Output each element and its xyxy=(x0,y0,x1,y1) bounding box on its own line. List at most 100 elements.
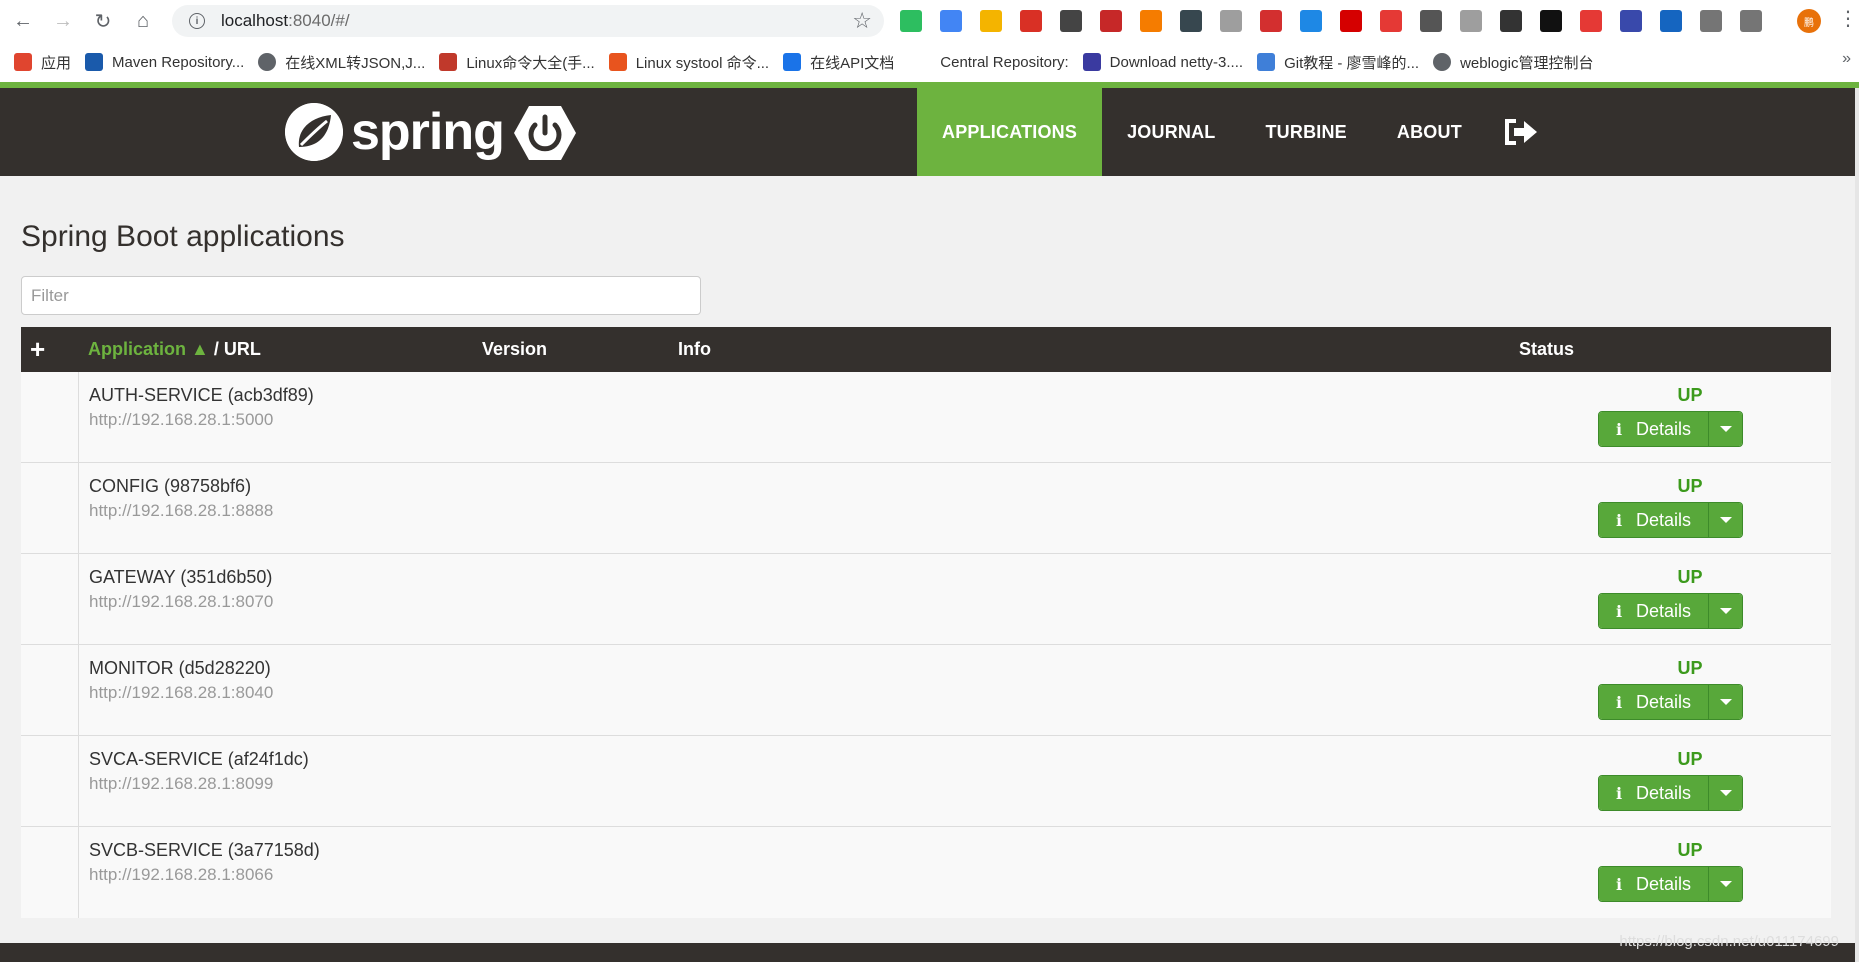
c-logo-icon xyxy=(783,53,802,71)
binary-icon[interactable] xyxy=(1540,10,1562,32)
bookmark-item[interactable]: Linux systool 命令... xyxy=(608,52,769,73)
info-icon: i xyxy=(1615,874,1623,894)
bookmark-item[interactable]: Linux命令大全(手... xyxy=(439,52,595,73)
application-url[interactable]: http://192.168.28.1:8066 xyxy=(89,865,273,885)
bookmark-item[interactable]: 应用 xyxy=(14,52,71,73)
bookmarks-bar: 应用 Maven Repository... 在线XML转JSON,J... Linu… xyxy=(0,42,1859,82)
caret-down-icon xyxy=(1719,881,1732,887)
mouse-icon[interactable] xyxy=(1700,10,1722,32)
bookmark-item[interactable]: 在线API文档 xyxy=(783,52,894,73)
bookmark-item[interactable]: weblogic管理控制台 xyxy=(1433,52,1593,73)
nav-applications[interactable]: APPLICATIONS xyxy=(917,88,1103,176)
details-dropdown-toggle[interactable] xyxy=(1709,412,1742,446)
details-button-group: i Details xyxy=(1598,866,1743,902)
bird-icon[interactable] xyxy=(1460,10,1482,32)
column-info: Info xyxy=(678,339,711,359)
column-version[interactable]: Version xyxy=(482,339,547,360)
sort-application[interactable]: Application ▲ xyxy=(88,339,209,359)
info-icon: i xyxy=(1615,692,1623,712)
acrobat-icon[interactable] xyxy=(1260,10,1282,32)
nav-turbine[interactable]: TURBINE xyxy=(1240,88,1371,176)
table-body: AUTH-SERVICE (acb3df89) http://192.168.28… xyxy=(21,372,1831,918)
bookmark-item[interactable]: Git教程 - 廖雪峰的... xyxy=(1257,52,1419,73)
nav-about[interactable]: ABOUT xyxy=(1372,88,1487,176)
site-info-icon[interactable]: i xyxy=(189,13,205,29)
application-name: GATEWAY (351d6b50) xyxy=(89,567,273,587)
profile-avatar[interactable]: 鹏 xyxy=(1797,9,1821,33)
window-icon[interactable] xyxy=(1620,10,1642,32)
dots-icon[interactable] xyxy=(1180,10,1202,32)
forward-arrow-icon[interactable]: → xyxy=(46,4,80,38)
reload-icon[interactable]: ↻ xyxy=(86,4,120,38)
more-bookmarks-icon[interactable]: » xyxy=(1842,50,1851,68)
column-application[interactable]: Application ▲ / URL xyxy=(88,339,261,360)
details-button-group: i Details xyxy=(1598,684,1743,720)
column-url[interactable]: / URL xyxy=(209,339,261,359)
application-url[interactable]: http://192.168.28.1:8888 xyxy=(89,501,273,521)
details-button-group: i Details xyxy=(1598,775,1743,811)
details-button[interactable]: i Details xyxy=(1599,776,1709,810)
home-icon[interactable]: ⌂ xyxy=(126,4,160,38)
pilcrow-icon[interactable] xyxy=(1500,10,1522,32)
evernote-icon[interactable] xyxy=(900,10,922,32)
redhat-icon xyxy=(439,53,458,71)
application-name: CONFIG (98758bf6) xyxy=(89,476,252,496)
details-dropdown-toggle[interactable] xyxy=(1709,685,1742,719)
application-url[interactable]: http://192.168.28.1:8070 xyxy=(89,592,273,612)
fe-icon[interactable] xyxy=(1380,10,1402,32)
check-icon[interactable] xyxy=(1420,10,1442,32)
caret-down-icon xyxy=(1719,699,1732,705)
scrollbar[interactable] xyxy=(1855,88,1859,962)
expand-all-icon[interactable]: + xyxy=(30,334,45,365)
link-icon[interactable] xyxy=(1740,10,1762,32)
url-host: localhost xyxy=(221,11,289,30)
pdf-icon[interactable] xyxy=(1100,10,1122,32)
owl-icon[interactable] xyxy=(1140,10,1162,32)
details-button[interactable]: i Details xyxy=(1599,503,1709,537)
back-arrow-icon[interactable]: ← xyxy=(6,4,40,38)
ext-icon[interactable] xyxy=(1220,10,1242,32)
details-button[interactable]: i Details xyxy=(1599,867,1709,901)
abp-icon[interactable] xyxy=(1340,10,1362,32)
asterisk-icon[interactable] xyxy=(1580,10,1602,32)
details-dropdown-toggle[interactable] xyxy=(1709,776,1742,810)
bookmark-item[interactable]: Maven Repository... xyxy=(85,53,244,71)
details-dropdown-toggle[interactable] xyxy=(1709,867,1742,901)
details-dropdown-toggle[interactable] xyxy=(1709,594,1742,628)
spring-logo[interactable]: spring xyxy=(285,102,505,162)
bookmark-item[interactable]: Download netty-3.... xyxy=(1082,53,1243,71)
status-badge: UP xyxy=(1677,567,1703,587)
bookmark-star-icon[interactable]: ☆ xyxy=(852,8,872,34)
address-url[interactable]: localhost:8040/#/ xyxy=(221,11,350,31)
details-button[interactable]: i Details xyxy=(1599,594,1709,628)
bookmark-label: Central Repository: xyxy=(940,53,1069,71)
application-url[interactable]: http://192.168.28.1:8099 xyxy=(89,774,273,794)
s-icon[interactable] xyxy=(1660,10,1682,32)
application-name: SVCA-SERVICE (af24f1dc) xyxy=(89,749,309,769)
row-gutter xyxy=(21,827,79,918)
colorpicker-icon[interactable] xyxy=(980,10,1002,32)
url-path: :8040/#/ xyxy=(288,11,350,30)
table-row: SVCA-SERVICE (af24f1dc) http://192.168.28… xyxy=(21,736,1831,827)
table-row: GATEWAY (351d6b50) http://192.168.28.1:80… xyxy=(21,554,1831,645)
flash-icon[interactable] xyxy=(1020,10,1042,32)
details-button[interactable]: i Details xyxy=(1599,412,1709,446)
bookmark-item[interactable]: 在线XML转JSON,J... xyxy=(258,52,425,73)
bookmark-label: Maven Repository... xyxy=(112,53,245,71)
bookmark-item[interactable]: Central Repository: xyxy=(940,54,1068,71)
application-url[interactable]: http://192.168.28.1:5000 xyxy=(89,410,273,430)
address-bar[interactable]: i localhost:8040/#/ ☆ xyxy=(172,5,884,37)
application-url[interactable]: http://192.168.28.1:8040 xyxy=(89,683,273,703)
filter-input[interactable] xyxy=(21,276,701,315)
bookmark-label: Linux命令大全(手... xyxy=(466,54,595,72)
details-button[interactable]: i Details xyxy=(1599,685,1709,719)
logout-icon[interactable] xyxy=(1497,88,1545,176)
opera-icon[interactable] xyxy=(1300,10,1322,32)
caret-down-icon xyxy=(1719,517,1732,523)
details-dropdown-toggle[interactable] xyxy=(1709,503,1742,537)
nav-journal[interactable]: JOURNAL xyxy=(1102,88,1240,176)
column-status[interactable]: Status xyxy=(1519,339,1574,360)
browser-menu-icon[interactable]: ⋮ xyxy=(1838,9,1858,29)
download-icon[interactable] xyxy=(1060,10,1082,32)
translate-icon[interactable] xyxy=(940,10,962,32)
